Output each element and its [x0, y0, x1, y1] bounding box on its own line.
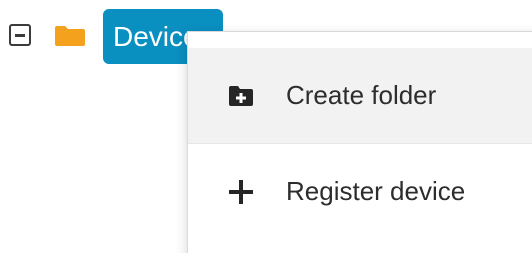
minus-mark	[15, 34, 25, 37]
device-tree-view: Devices Create folder Register device	[0, 0, 532, 253]
collapse-toggle-icon[interactable]	[9, 24, 31, 46]
plus-icon	[229, 180, 253, 204]
folder-icon	[55, 26, 85, 46]
menu-item-register-device[interactable]: Register device	[188, 143, 532, 239]
context-menu: Create folder Register device	[187, 31, 532, 253]
menu-item-label: Register device	[286, 176, 466, 206]
menu-item-label: Create folder	[286, 80, 437, 110]
folder-plus-icon	[229, 86, 253, 106]
menu-item-create-folder[interactable]: Create folder	[188, 48, 532, 143]
